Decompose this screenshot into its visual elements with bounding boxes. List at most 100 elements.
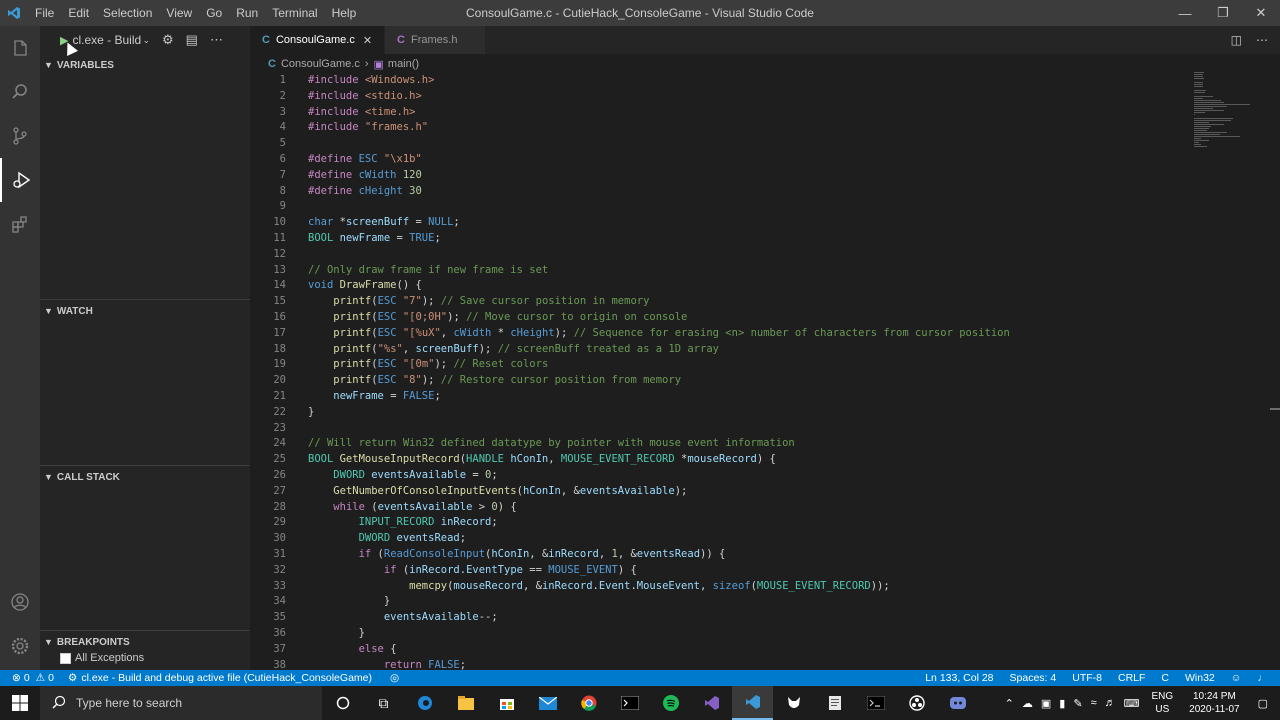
code-line[interactable]: 36 } [250, 625, 365, 641]
end-of-line[interactable]: CRLF [1118, 672, 1145, 684]
encoding[interactable]: UTF-8 [1072, 672, 1102, 684]
code-line[interactable]: 27 GetNumberOfConsoleInputEvents(hConIn,… [250, 483, 687, 499]
code-line[interactable]: 16 printf(ESC "[0;0H"); // Move cursor t… [250, 309, 687, 325]
indentation[interactable]: Spaces: 4 [1010, 672, 1057, 684]
code-line[interactable]: 19 printf(ESC "[0m"); // Reset colors [250, 356, 548, 372]
tab-frames-h[interactable]: C Frames.h [385, 26, 487, 54]
source-control-icon[interactable] [0, 114, 40, 158]
code-line[interactable]: 24 // Will return Win32 defined datatype … [250, 435, 794, 451]
store-icon[interactable] [486, 686, 527, 720]
cursor-position[interactable]: Ln 133, Col 28 [925, 672, 993, 684]
close-tab-icon[interactable]: ✕ [363, 34, 372, 47]
gear-icon[interactable]: ⚙ [162, 32, 174, 48]
code-line[interactable]: 4 #include "frames.h" [250, 119, 428, 135]
code-line[interactable]: 11 BOOL newFrame = TRUE; [250, 230, 440, 246]
minimize-icon[interactable]: — [1166, 0, 1204, 26]
code-editor[interactable]: 1 #include <Windows.h> 2 #include <stdio.h>… [250, 72, 1190, 670]
keyboard-icon[interactable]: ⌨ [1124, 697, 1140, 710]
code-line[interactable]: 1 #include <Windows.h> [250, 72, 435, 88]
language-indicator[interactable]: ENG US [1152, 690, 1174, 716]
explorer-icon[interactable] [0, 26, 40, 70]
code-line[interactable]: 26 DWORD eventsAvailable = 0; [250, 467, 497, 483]
code-line[interactable]: 8 #define cHeight 30 [250, 183, 422, 199]
watch-section-header[interactable]: ▼ WATCH [40, 299, 250, 322]
discord-icon[interactable] [937, 686, 978, 720]
account-icon[interactable] [0, 580, 40, 624]
feedback-icon[interactable]: ☺ [1231, 672, 1242, 684]
battery-icon[interactable]: ▮ [1059, 697, 1065, 710]
file-explorer-icon[interactable] [445, 686, 486, 720]
breadcrumb-symbol[interactable]: main() [388, 58, 419, 70]
terminal-icon[interactable] [609, 686, 650, 720]
code-line[interactable]: 30 DWORD eventsRead; [250, 530, 466, 546]
settings-gear-icon[interactable] [0, 624, 40, 668]
menu-help[interactable]: Help [325, 0, 364, 26]
task-view-icon[interactable]: ⧉ [363, 686, 404, 720]
code-line[interactable]: 33 memcpy(mouseRecord, &inRecord.Event.M… [250, 578, 889, 594]
obs-icon[interactable] [896, 686, 937, 720]
command-prompt-icon[interactable] [855, 686, 896, 720]
error-icon[interactable]: ⊗ [12, 672, 21, 684]
code-line[interactable]: 21 newFrame = FALSE; [250, 388, 440, 404]
mail-icon[interactable] [527, 686, 568, 720]
code-line[interactable]: 20 printf(ESC "8"); // Restore cursor po… [250, 372, 681, 388]
code-line[interactable]: 10 char *screenBuff = NULL; [250, 214, 459, 230]
language-mode[interactable]: C [1161, 672, 1169, 684]
more-actions-icon[interactable]: ⋯ [210, 32, 223, 48]
menu-edit[interactable]: Edit [61, 0, 96, 26]
minimap[interactable] [1190, 72, 1270, 670]
menu-run[interactable]: Run [229, 0, 265, 26]
restore-icon[interactable]: ❐ [1204, 0, 1242, 26]
code-line[interactable]: 18 printf("%s", screenBuff); // screenBu… [250, 341, 719, 357]
spotify-icon[interactable] [650, 686, 691, 720]
edge-icon[interactable] [404, 686, 445, 720]
warning-count[interactable]: 0 [48, 672, 54, 684]
tab-consoulgame-c[interactable]: C ConsoulGame.c ✕ [250, 26, 386, 54]
status-debug-config[interactable]: cl.exe - Build and debug active file (Cu… [81, 672, 372, 684]
code-line[interactable]: 22} [250, 404, 314, 420]
debug-console-icon[interactable]: ▤ [186, 32, 198, 48]
clock[interactable]: 10:24 PM 2020-11-07 [1189, 690, 1239, 716]
breakpoints-section-header[interactable]: ▼ BREAKPOINTS [40, 630, 250, 653]
code-line[interactable]: 35 eventsAvailable--; [250, 609, 497, 625]
editor-scrollbar[interactable] [1270, 408, 1280, 410]
menu-view[interactable]: View [159, 0, 199, 26]
code-line[interactable]: 7 #define cWidth 120 [250, 167, 422, 183]
code-line[interactable]: 34 } [250, 593, 390, 609]
code-line[interactable]: 5 [250, 135, 286, 151]
menu-selection[interactable]: Selection [96, 0, 159, 26]
code-line[interactable]: 12 [250, 246, 286, 262]
menu-terminal[interactable]: Terminal [265, 0, 324, 26]
live-share-icon[interactable]: ◎ [390, 672, 399, 684]
volume-icon[interactable]: ♬ [1105, 697, 1116, 709]
wifi-icon[interactable]: ≈ [1091, 697, 1097, 709]
more-actions-icon[interactable]: ⋯ [1256, 33, 1268, 47]
breadcrumb-file[interactable]: ConsoulGame.c [281, 58, 360, 70]
code-line[interactable]: 23 [250, 420, 286, 436]
run-debug-icon[interactable] [0, 158, 42, 202]
debug-config-select[interactable]: cl.exe - Build a [72, 33, 142, 47]
code-line[interactable]: 13 // Only draw frame if new frame is set [250, 262, 548, 278]
call-stack-section-header[interactable]: ▼ CALL STACK [40, 465, 250, 488]
code-line[interactable]: 32 if (inRecord.EventType == MOUSE_EVENT… [250, 562, 636, 578]
game-app-icon[interactable] [773, 686, 814, 720]
extensions-icon[interactable] [0, 202, 40, 246]
menu-go[interactable]: Go [199, 0, 229, 26]
windows-start-icon[interactable] [0, 686, 40, 720]
code-line[interactable]: 15 printf(ESC "7"); // Save cursor posit… [250, 293, 649, 309]
code-line[interactable]: 29 INPUT_RECORD inRecord; [250, 514, 497, 530]
code-line[interactable]: 3 #include <time.h> [250, 104, 416, 120]
show-hidden-icons-icon[interactable]: ⌃ [1005, 697, 1014, 710]
search-icon[interactable] [0, 70, 40, 114]
code-line[interactable]: 38 return FALSE; [250, 657, 466, 670]
code-line[interactable]: 6 #define ESC "\x1b" [250, 151, 422, 167]
code-line[interactable]: 31 if (ReadConsoleInput(hConIn, &inRecor… [250, 546, 725, 562]
code-line[interactable]: 14 void DrawFrame() { [250, 277, 421, 293]
variables-section-header[interactable]: ▼ VARIABLES [40, 54, 250, 76]
vscode-taskbar-icon[interactable] [732, 686, 773, 720]
network-icon[interactable]: ▣ [1041, 697, 1051, 710]
cortana-icon[interactable] [322, 686, 363, 720]
menu-file[interactable]: File [28, 0, 61, 26]
platform-config[interactable]: Win32 [1185, 672, 1215, 684]
all-exceptions-checkbox[interactable] [60, 652, 71, 664]
